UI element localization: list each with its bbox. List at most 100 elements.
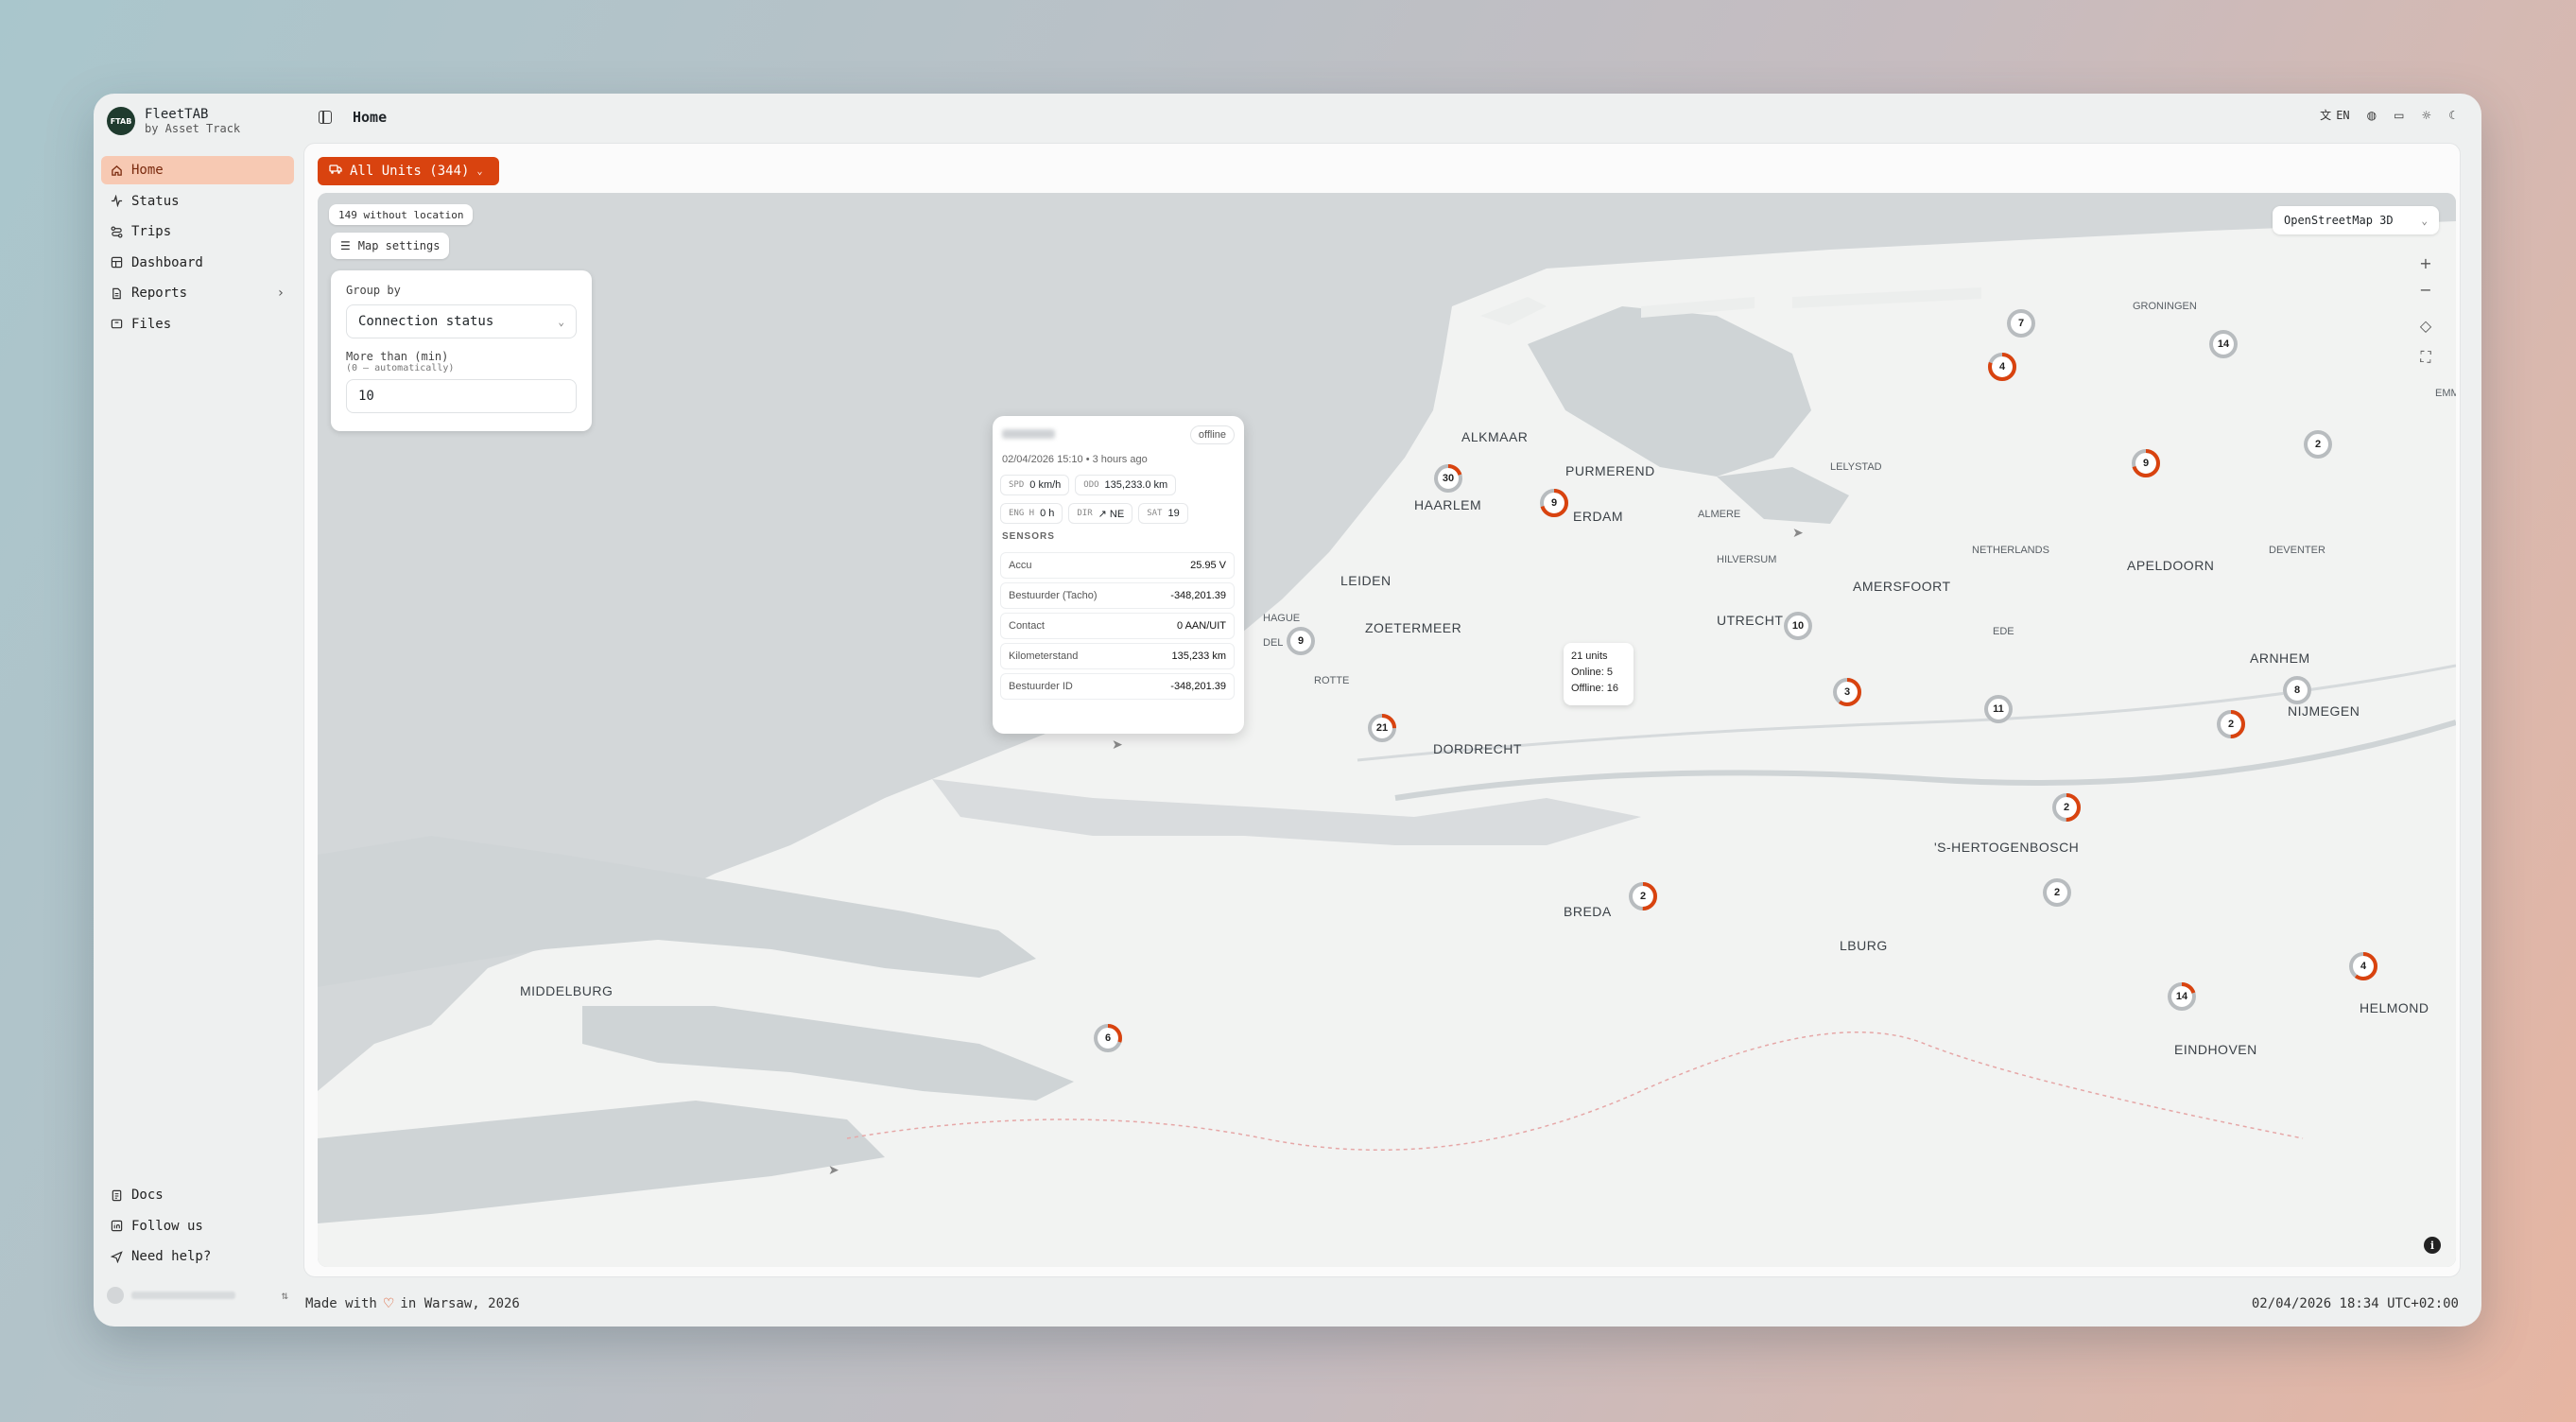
sidebar-item-dashboard[interactable]: Dashboard xyxy=(101,249,294,277)
vehicle-marker-icon[interactable]: ➤ xyxy=(1792,526,1804,541)
city-label: ALKMAAR xyxy=(1461,429,1529,444)
cluster-marker[interactable]: 2 xyxy=(2302,428,2334,460)
sensor-value: 0 AAN/UIT xyxy=(1177,620,1226,632)
vehicle-marker-icon[interactable]: ➤ xyxy=(828,1163,839,1178)
secondary-nav: Docs Follow us Need help? xyxy=(101,1181,294,1274)
cluster-count: 9 xyxy=(1550,497,1558,509)
zoom-in-button[interactable]: + xyxy=(2412,250,2439,276)
compass-icon[interactable]: ◇ xyxy=(2412,312,2439,338)
chevron-right-icon: › xyxy=(276,286,285,301)
sidebar-item-follow-us[interactable]: Follow us xyxy=(101,1212,294,1240)
group-by-select[interactable]: Connection status ⌄ xyxy=(346,304,577,338)
more-than-input[interactable]: 10 xyxy=(346,379,577,413)
cluster-marker[interactable]: 3 xyxy=(1831,676,1863,708)
cluster-count: 11 xyxy=(1993,703,2004,715)
cluster-count: 14 xyxy=(2175,991,2188,1002)
all-units-dropdown[interactable]: All Units (344) ⌄ xyxy=(318,157,499,185)
info-icon[interactable]: i xyxy=(2424,1237,2441,1254)
chevron-down-icon: ⌄ xyxy=(2421,214,2428,227)
moon-icon[interactable]: ☾ xyxy=(2448,109,2459,122)
pill-value: 135,233.0 km xyxy=(1104,479,1168,491)
tooltip-online: Online: 5 xyxy=(1571,667,1614,678)
language-switcher[interactable]: 文 EN xyxy=(2320,107,2349,123)
cluster-marker[interactable]: 9 xyxy=(1538,487,1570,519)
city-label: HAGUE xyxy=(1263,613,1301,624)
cluster-marker[interactable]: 14 xyxy=(2207,328,2239,360)
cluster-marker[interactable]: 9 xyxy=(2130,447,2162,479)
sensor-value: -348,201.39 xyxy=(1170,590,1226,601)
cluster-count: 7 xyxy=(2017,318,2025,329)
cluster-marker[interactable]: 2 xyxy=(2041,876,2073,909)
map-settings-button[interactable]: ☰ Map settings xyxy=(331,233,450,259)
city-label: 'S-HERTOGENBOSCH xyxy=(1934,840,2080,855)
cluster-marker[interactable]: 6 xyxy=(1092,1022,1124,1054)
route-icon xyxy=(109,224,124,239)
cluster-marker[interactable]: 14 xyxy=(2166,980,2198,1013)
sidebar-item-docs[interactable]: Docs xyxy=(101,1181,294,1209)
sliders-icon: ☰ xyxy=(340,239,351,252)
sensor-value: -348,201.39 xyxy=(1170,681,1226,692)
cluster-marker[interactable]: 2 xyxy=(2215,708,2247,740)
cluster-count: 2 xyxy=(2063,802,2070,813)
sun-icon[interactable]: ☼ xyxy=(2421,109,2431,122)
city-label: HAARLEM xyxy=(1414,497,1482,512)
sidebar-toggle-icon[interactable] xyxy=(319,111,332,124)
cluster-marker[interactable]: 2 xyxy=(1627,880,1659,912)
heart-icon: ♡ xyxy=(382,1296,395,1311)
city-label: PURMEREND xyxy=(1565,463,1655,478)
send-icon xyxy=(109,1249,124,1264)
city-label: EINDHOVEN xyxy=(2174,1042,2257,1057)
cluster-count: 30 xyxy=(1442,473,1455,484)
group-by-panel: Group by Connection status ⌄ More than (… xyxy=(331,270,592,431)
sidebar-item-trips[interactable]: Trips xyxy=(101,217,294,246)
units-label: All Units (344) xyxy=(350,164,470,179)
sidebar-item-label: Trips xyxy=(131,224,172,239)
vehicle-marker-icon[interactable]: ➤ xyxy=(1112,737,1123,753)
cluster-marker[interactable]: 21 xyxy=(1366,712,1398,744)
sensors-title: SENSORS xyxy=(1002,531,1055,542)
vehicle-popup: offline 02/04/2026 15:10 • 3 hours ago S… xyxy=(993,416,1244,734)
more-than-hint: (0 — automatically) xyxy=(346,363,455,373)
cluster-marker[interactable]: 11 xyxy=(1982,693,2014,725)
map-layer-select[interactable]: OpenStreetMap 3D ⌄ xyxy=(2273,206,2439,234)
cluster-marker[interactable]: 7 xyxy=(2005,307,2037,339)
brand-subtitle: by Asset Track xyxy=(145,122,241,135)
cluster-marker[interactable]: 2 xyxy=(2050,791,2083,824)
user-menu[interactable]: ⇅ xyxy=(101,1281,294,1309)
cluster-marker[interactable]: 8 xyxy=(2281,674,2313,706)
monitor-icon[interactable]: ▭ xyxy=(2394,109,2404,122)
map-view[interactable]: ALKMAAR PURMEREND ALMERE LELYSTAD HAARLEM ERD… xyxy=(318,193,2456,1267)
cluster-count: 2 xyxy=(2227,719,2235,730)
translate-icon: 文 xyxy=(2320,109,2332,122)
cluster-marker[interactable]: 4 xyxy=(1986,351,2018,383)
chevron-down-icon: ⌄ xyxy=(476,165,483,177)
brand[interactable]: FTAB FleetTAB by Asset Track xyxy=(107,107,240,135)
sensor-value: 25.95 V xyxy=(1190,560,1226,571)
sensor-key: Kilometerstand xyxy=(1009,650,1079,662)
sensor-row: Bestuurder (Tacho) -348,201.39 xyxy=(1000,582,1235,609)
sensor-row: Accu 25.95 V xyxy=(1000,552,1235,579)
sidebar-item-label: Reports xyxy=(131,286,188,301)
cluster-marker[interactable]: 4 xyxy=(2347,950,2379,982)
cluster-count: 4 xyxy=(1998,361,2006,373)
sidebar-item-label: Home xyxy=(131,163,164,178)
fullscreen-icon[interactable]: ⛶ xyxy=(2412,344,2439,371)
sidebar-item-reports[interactable]: Reports › xyxy=(101,279,294,307)
cluster-marker[interactable]: 10 xyxy=(1782,610,1814,642)
sidebar-item-files[interactable]: Files xyxy=(101,310,294,338)
sidebar-item-need-help[interactable]: Need help? xyxy=(101,1242,294,1271)
pill-key: SPD xyxy=(1009,480,1025,490)
sidebar-item-status[interactable]: Status xyxy=(101,187,294,216)
palette-icon[interactable]: ◍ xyxy=(2367,109,2377,122)
cluster-marker[interactable]: 9 xyxy=(1285,625,1317,657)
dashboard-icon xyxy=(109,255,124,270)
cluster-count: 10 xyxy=(1791,620,1805,632)
pill-key: SAT xyxy=(1147,509,1163,518)
city-label: LBURG xyxy=(1840,938,1888,953)
cluster-marker[interactable]: 30 xyxy=(1432,462,1464,494)
zoom-out-button[interactable]: − xyxy=(2412,276,2439,303)
city-label: DEL xyxy=(1263,637,1284,649)
vehicle-name-redacted xyxy=(1002,429,1055,439)
sidebar-item-home[interactable]: Home xyxy=(101,156,294,184)
engine-hours-pill: ENG H 0 h xyxy=(1000,503,1063,524)
